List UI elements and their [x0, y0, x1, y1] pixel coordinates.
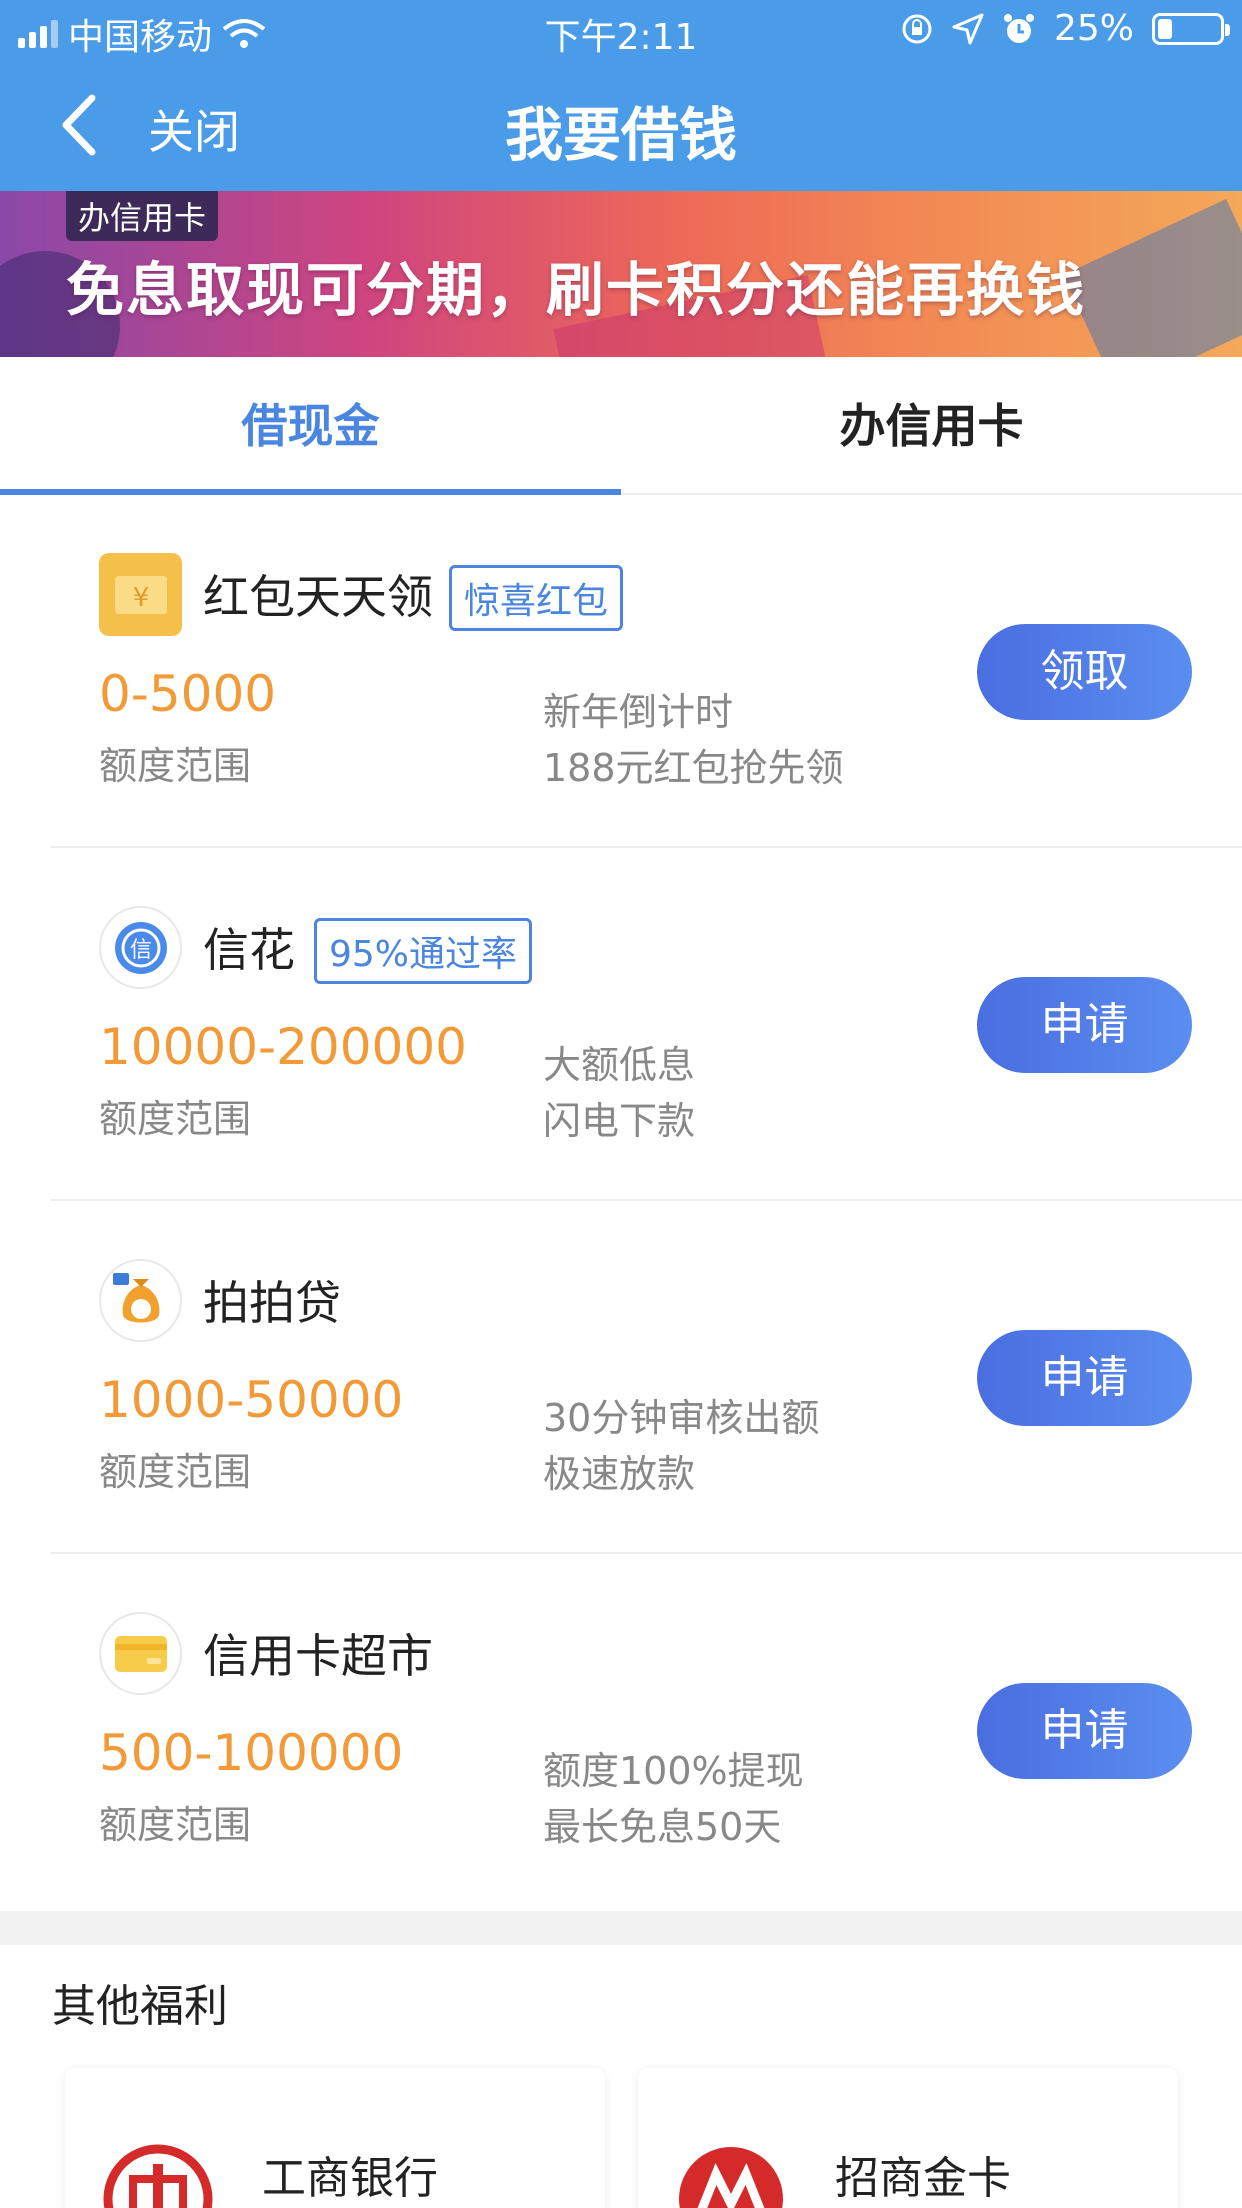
svg-text:¥: ¥	[132, 583, 149, 613]
welfare-title: 其他福利	[52, 1981, 228, 2032]
loan-desc-line2: 极速放款	[543, 1452, 696, 1496]
range-label: 额度范围	[99, 1803, 252, 1847]
loan-list: ¥ 红包天天领 惊喜红包 0-5000 额度范围 新年倒计时 188元红包抢先领…	[0, 495, 1242, 1911]
loan-desc-line2: 最长免息50天	[543, 1805, 782, 1849]
yen-icon: ¥	[99, 553, 182, 636]
loan-item-paipaidai[interactable]: 拍拍贷 1000-50000 额度范围 30分钟审核出额 极速放款 申请	[0, 1201, 1242, 1554]
money-bag-icon	[99, 1259, 182, 1342]
banner-decoration	[1062, 199, 1242, 357]
status-bar: 中国移动 下午2:11 25%	[0, 0, 1242, 62]
welfare-card-cmb[interactable]: 招商金卡	[638, 2068, 1178, 2208]
claim-button[interactable]: 领取	[977, 624, 1192, 720]
loan-tag: 惊喜红包	[449, 565, 624, 631]
loan-item-xinhua[interactable]: 信 信花 95%通过率 10000-200000 额度范围 大额低息 闪电下款 …	[0, 848, 1242, 1201]
range-label: 额度范围	[99, 1450, 252, 1494]
loan-name: 信用卡超市	[203, 1629, 433, 1683]
loan-desc-line1: 大额低息	[543, 1043, 696, 1087]
loan-range: 1000-50000	[99, 1371, 404, 1429]
loan-name: 信花	[203, 923, 295, 977]
tab-borrow-cash[interactable]: 借现金	[0, 357, 621, 495]
loan-name: 红包天天领	[203, 570, 433, 624]
xin-icon: 信	[99, 906, 182, 989]
banner-headline: 免息取现可分期，刷卡积分还能再换钱	[66, 256, 1087, 324]
apply-button[interactable]: 申请	[977, 977, 1192, 1073]
battery-icon	[1152, 12, 1230, 45]
section-gap	[0, 1911, 1242, 1945]
cmb-logo-icon	[679, 2147, 783, 2208]
apply-button[interactable]: 申请	[977, 1683, 1192, 1779]
rotation-lock-icon	[902, 14, 932, 43]
card-icon	[99, 1612, 182, 1695]
apply-button[interactable]: 申请	[977, 1330, 1192, 1426]
page-title: 我要借钱	[504, 101, 737, 169]
loan-item-hongbao[interactable]: ¥ 红包天天领 惊喜红包 0-5000 额度范围 新年倒计时 188元红包抢先领…	[0, 495, 1242, 848]
promo-banner[interactable]: 办信用卡 免息取现可分期，刷卡积分还能再换钱	[0, 191, 1242, 357]
tab-bar: 借现金 办信用卡	[0, 357, 1242, 495]
welfare-card-label: 招商金卡	[835, 2153, 1011, 2204]
loan-desc-line2: 188元红包抢先领	[543, 746, 844, 790]
loan-desc-line1: 新年倒计时	[543, 690, 734, 734]
loan-range: 10000-200000	[99, 1018, 467, 1076]
battery-percent: 25%	[1053, 8, 1134, 49]
loan-item-card-market[interactable]: 信用卡超市 500-100000 额度范围 额度100%提现 最长免息50天 申…	[0, 1554, 1242, 1907]
header: 中国移动 下午2:11 25% 关闭 我要借钱	[0, 0, 1242, 191]
tab-credit-card[interactable]: 办信用卡	[621, 357, 1242, 495]
icbc-logo-icon	[103, 2144, 213, 2208]
welfare-card-icbc[interactable]: 工商银行	[65, 2068, 605, 2208]
svg-text:信: 信	[129, 938, 151, 963]
loan-desc-line1: 30分钟审核出额	[543, 1396, 820, 1440]
loan-desc-line1: 额度100%提现	[543, 1749, 804, 1793]
banner-tag: 办信用卡	[66, 191, 219, 241]
loan-desc-line2: 闪电下款	[543, 1099, 696, 1143]
range-label: 额度范围	[99, 1097, 252, 1141]
loan-range: 0-5000	[99, 665, 277, 723]
loan-range: 500-100000	[99, 1724, 404, 1782]
range-label: 额度范围	[99, 744, 252, 788]
welfare-card-label: 工商银行	[262, 2153, 438, 2204]
loan-tag: 95%通过率	[314, 918, 533, 984]
loan-name: 拍拍贷	[203, 1276, 341, 1330]
location-icon	[952, 13, 984, 44]
alarm-icon	[1003, 13, 1034, 43]
